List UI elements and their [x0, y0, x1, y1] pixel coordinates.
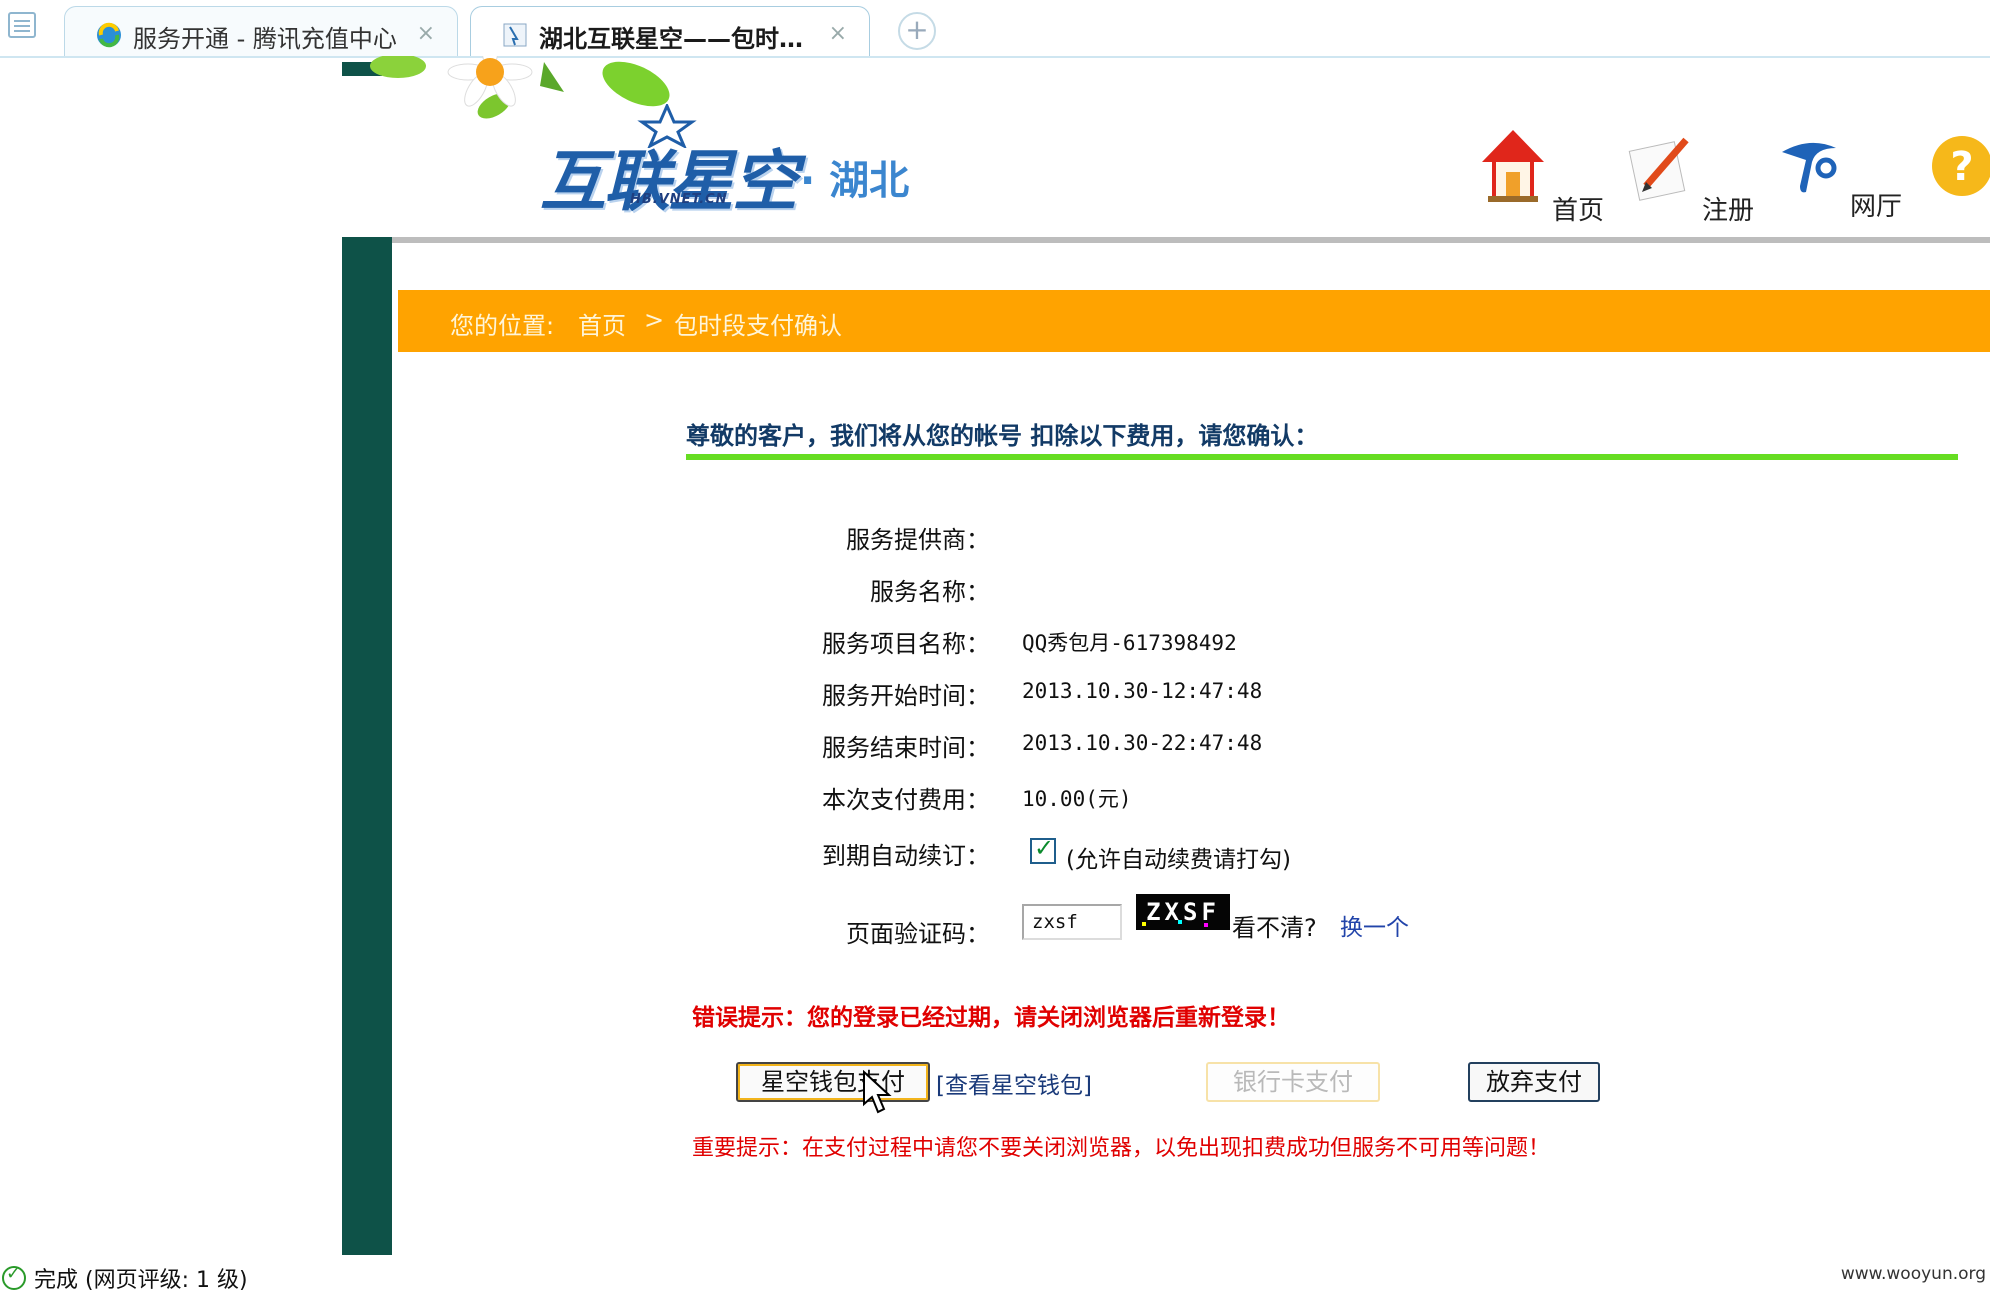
browser-tab-bar: 服务开通 - 腾讯充值中心 × 湖北互联星空——包时… × + — [0, 0, 1990, 58]
fee-label: 本次支付费用： — [822, 786, 990, 814]
important-notice: 重要提示：在支付过程中请您不要关闭浏览器，以免出现扣费成功但服务不可用等问题！ — [692, 1136, 1551, 1161]
nav-help[interactable]: ? — [1928, 126, 1990, 206]
tencent-favicon-icon — [97, 22, 121, 48]
left-sidebar — [342, 237, 392, 1255]
service-name-label: 服务名称： — [870, 578, 990, 606]
page-complete-icon — [2, 1263, 26, 1290]
tab-hubei-vnet[interactable]: 湖北互联星空——包时… × — [470, 6, 870, 56]
home-icon — [1482, 130, 1544, 202]
top-divider — [392, 237, 1990, 243]
captcha-image: ZXSF — [1136, 894, 1230, 930]
nav-label: 网厅 — [1850, 192, 1903, 222]
help-icon: ? — [1932, 136, 1990, 196]
autorenew-label: 到期自动续订： — [822, 842, 990, 870]
logo-region: · 湖北 — [800, 158, 910, 204]
nav-label: 首页 — [1552, 196, 1605, 226]
nav-register[interactable]: 注册 — [1628, 126, 1768, 226]
start-time-value: 2013.10.30-12:47:48 — [1022, 679, 1263, 703]
service-item-label: 服务项目名称： — [822, 630, 990, 658]
autorenew-checkbox[interactable] — [1030, 834, 1056, 864]
start-time-label: 服务开始时间： — [822, 682, 990, 710]
breadcrumb-current: 包时段支付确认 — [674, 312, 842, 340]
register-icon — [1628, 137, 1689, 201]
captcha-input[interactable] — [1022, 904, 1122, 940]
view-wallet-link[interactable]: [查看星空钱包] — [936, 1066, 1092, 1100]
confirm-intro: 尊敬的客户，我们将从您的帐号 扣除以下费用，请您确认： — [686, 422, 1319, 450]
tab-title: 湖北互联星空——包时… — [539, 25, 803, 53]
wallet-pay-button[interactable]: 星空钱包支付 — [736, 1062, 930, 1102]
fee-value: 10.00(元) — [1022, 787, 1132, 811]
logo-domain: HB.VNET.CN — [630, 192, 728, 207]
nav-label: 注册 — [1702, 196, 1755, 226]
service-item-value: QQ秀包月-617398492 — [1022, 631, 1237, 655]
site-logo[interactable]: 互联星空 — [540, 128, 798, 224]
error-message: 错误提示：您的登录已经过期，请关闭浏览器后重新登录！ — [692, 1005, 1290, 1031]
tab-close-icon[interactable]: × — [829, 21, 847, 46]
status-text: 完成 (网页评级: 1 级) — [34, 1268, 248, 1293]
captcha-label: 页面验证码： — [846, 920, 990, 948]
section-rule — [686, 454, 1958, 460]
bank-card-pay-button[interactable]: 银行卡支付 — [1206, 1062, 1380, 1102]
captcha-unclear-text: 看不清? — [1232, 914, 1317, 942]
tab-title: 服务开通 - 腾讯充值中心 — [133, 25, 397, 53]
nav-online-hall[interactable]: 网厅 — [1776, 126, 1916, 222]
mouse-cursor-icon — [863, 1070, 892, 1114]
service-provider-label: 服务提供商： — [846, 526, 990, 554]
tab-list-icon[interactable] — [8, 12, 36, 38]
end-time-value: 2013.10.30-22:47:48 — [1022, 731, 1263, 755]
captcha-refresh-link[interactable]: 换一个 — [1340, 908, 1409, 942]
svg-text:?: ? — [1950, 144, 1973, 190]
breadcrumb-prefix: 您的位置: — [450, 312, 555, 340]
nav-home[interactable]: 首页 — [1478, 126, 1618, 226]
tab-tencent-recharge[interactable]: 服务开通 - 腾讯充值中心 × — [64, 6, 458, 56]
end-time-label: 服务结束时间： — [822, 734, 990, 762]
autorenew-hint: (允许自动续费请打勾) — [1066, 847, 1291, 873]
abandon-payment-button[interactable]: 放弃支付 — [1468, 1062, 1600, 1102]
china-telecom-icon — [1782, 142, 1837, 193]
tab-close-icon[interactable]: × — [417, 21, 435, 46]
breadcrumb: 您的位置: 首页 > 包时段支付确认 — [398, 290, 1990, 352]
page-favicon-icon — [503, 23, 527, 47]
site-header: 互联星空 HB.VNET.CN · 湖北 首页 注册 网厅 ? — [342, 56, 1990, 236]
breadcrumb-home-link[interactable]: 首页 — [578, 306, 626, 341]
breadcrumb-separator: > — [644, 306, 665, 334]
new-tab-button[interactable]: + — [898, 12, 936, 50]
watermark: www.wooyun.org — [1840, 1264, 1986, 1284]
